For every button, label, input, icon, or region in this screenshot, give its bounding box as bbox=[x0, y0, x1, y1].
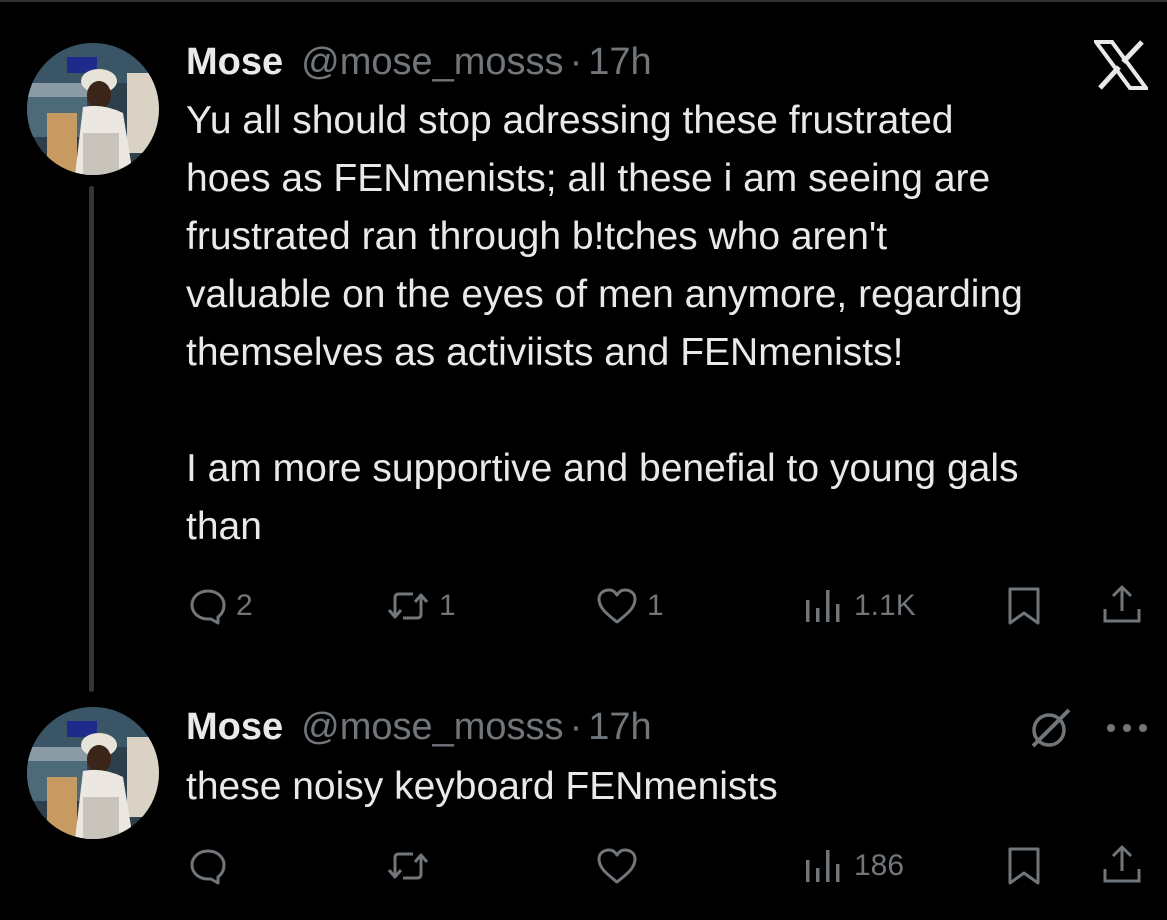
avatar[interactable] bbox=[27, 43, 159, 175]
views-icon bbox=[806, 590, 840, 622]
bookmark-button[interactable] bbox=[1004, 586, 1044, 626]
author-name[interactable]: Mose bbox=[186, 40, 283, 84]
timestamp[interactable]: 17h bbox=[588, 705, 651, 749]
tweet-text: these noisy keyboard FENmenists bbox=[186, 758, 1156, 816]
repost-count: 1 bbox=[439, 589, 456, 622]
text-line: I am more supportive and benefial to you… bbox=[186, 447, 1019, 490]
share-icon bbox=[1103, 845, 1141, 883]
reply-button[interactable] bbox=[188, 846, 236, 886]
heart-icon bbox=[597, 588, 637, 624]
like-count: 1 bbox=[647, 589, 664, 622]
share-button[interactable] bbox=[1100, 584, 1144, 626]
share-icon bbox=[1103, 585, 1141, 623]
avatar[interactable] bbox=[27, 707, 159, 839]
text-line: frustrated ran through b!tches who aren'… bbox=[186, 215, 888, 258]
tweet-header: Mose @mose_mosss · 17h bbox=[186, 40, 652, 84]
text-line: hoes as FENmenists; all these i am seein… bbox=[186, 157, 991, 200]
repost-icon bbox=[387, 852, 429, 880]
separator-dot: · bbox=[569, 706, 583, 748]
share-button[interactable] bbox=[1100, 844, 1144, 886]
separator-dot: · bbox=[569, 41, 583, 83]
bookmark-icon bbox=[1008, 587, 1040, 625]
author-name[interactable]: Mose bbox=[186, 705, 283, 749]
tweet-header: Mose @mose_mosss · 17h bbox=[186, 705, 652, 749]
grok-icon[interactable] bbox=[1027, 706, 1073, 752]
reply-icon bbox=[190, 849, 226, 885]
views-icon bbox=[806, 850, 840, 882]
reply-button[interactable]: 2 bbox=[188, 586, 253, 626]
text-line: these noisy keyboard FENmenists bbox=[186, 765, 778, 808]
text-line: valuable on the eyes of men anymore, reg… bbox=[186, 273, 1023, 316]
reply-icon bbox=[190, 589, 226, 625]
more-options-icon[interactable] bbox=[1103, 718, 1151, 738]
reply-count: 2 bbox=[236, 589, 253, 622]
repost-button[interactable]: 1 bbox=[385, 586, 456, 626]
author-handle[interactable]: @mose_mosss bbox=[301, 40, 563, 84]
repost-button[interactable] bbox=[385, 846, 439, 886]
bookmark-button[interactable] bbox=[1004, 846, 1044, 886]
like-button[interactable]: 1 bbox=[595, 586, 664, 626]
tweet-text: Yu all should stop adressing these frust… bbox=[186, 92, 1156, 556]
bookmark-icon bbox=[1008, 847, 1040, 885]
timestamp[interactable]: 17h bbox=[588, 40, 651, 84]
heart-icon bbox=[597, 848, 637, 884]
top-divider bbox=[0, 0, 1167, 2]
x-logo-icon[interactable] bbox=[1092, 40, 1150, 90]
views-count: 1.1K bbox=[854, 589, 916, 622]
text-line: than bbox=[186, 505, 262, 548]
like-button[interactable] bbox=[595, 846, 647, 886]
views-button[interactable]: 186 bbox=[800, 846, 904, 886]
text-line: themselves as activiists and FENmenists! bbox=[186, 331, 904, 374]
author-handle[interactable]: @mose_mosss bbox=[301, 705, 563, 749]
thread-connector bbox=[89, 186, 94, 692]
text-line: Yu all should stop adressing these frust… bbox=[186, 99, 954, 142]
views-button[interactable]: 1.1K bbox=[800, 586, 916, 626]
repost-icon bbox=[387, 592, 429, 620]
views-count: 186 bbox=[854, 849, 905, 882]
